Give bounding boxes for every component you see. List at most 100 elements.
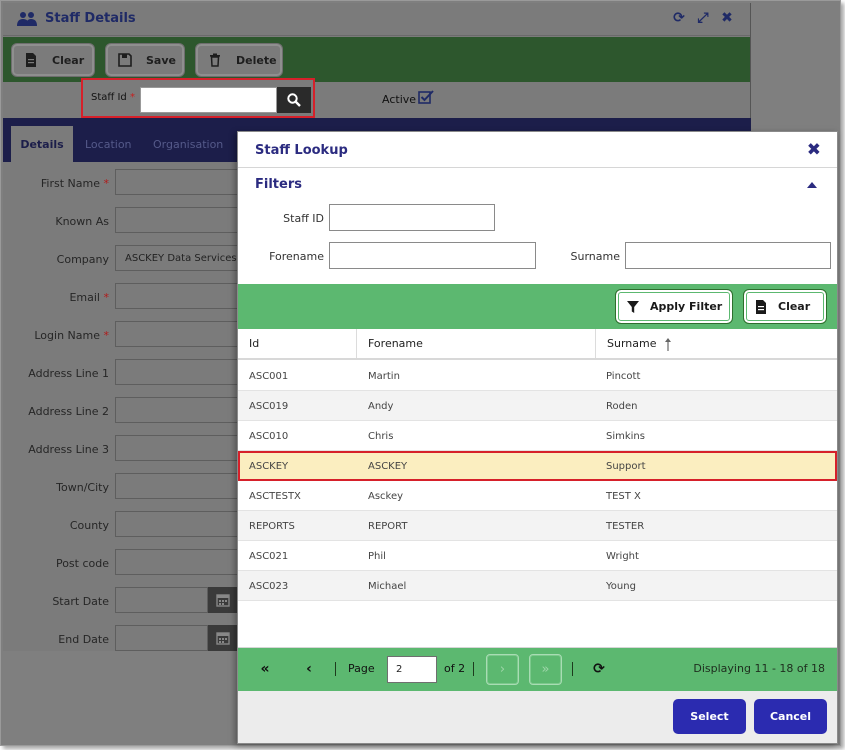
staff-lookup-dialog: Staff Lookup ✖ Filters Staff ID Forename… bbox=[237, 131, 838, 744]
refresh-icon[interactable]: ⟳ bbox=[591, 661, 607, 677]
close-icon[interactable]: ✖ bbox=[719, 10, 735, 26]
table-row[interactable]: ASC023 Michael Young bbox=[238, 571, 837, 601]
column-id-label: Id bbox=[249, 337, 260, 350]
last-page-button[interactable]: » bbox=[529, 654, 562, 685]
table-row[interactable]: ASCTESTX Asckey TEST X bbox=[238, 481, 837, 511]
end-date-label: End Date bbox=[58, 633, 109, 646]
pager-divider bbox=[572, 662, 573, 676]
filters-header[interactable]: Filters bbox=[255, 177, 302, 192]
filter-surname-input[interactable] bbox=[625, 242, 831, 269]
select-button-label: Select bbox=[690, 710, 729, 723]
close-icon[interactable]: ✖ bbox=[807, 141, 821, 159]
select-button[interactable]: Select bbox=[673, 699, 746, 734]
required-mark: * bbox=[129, 92, 135, 103]
email-input[interactable] bbox=[115, 283, 245, 309]
first-name-input[interactable] bbox=[115, 169, 245, 195]
first-name-label: First Name * bbox=[3, 177, 109, 190]
dialog-footer: Select Cancel bbox=[238, 691, 837, 743]
login-name-input[interactable] bbox=[115, 321, 245, 347]
next-page-button[interactable]: › bbox=[486, 654, 519, 685]
county-input[interactable] bbox=[115, 511, 245, 537]
delete-button[interactable]: Delete bbox=[195, 43, 283, 77]
address-line-2-input[interactable] bbox=[115, 397, 245, 423]
expand-icon[interactable]: ⤢ bbox=[695, 10, 711, 26]
cell-forename: Martin bbox=[368, 370, 400, 382]
column-forename-label: Forename bbox=[368, 337, 423, 350]
delete-button-label: Delete bbox=[236, 53, 277, 67]
table-row[interactable]: ASC019 Andy Roden bbox=[238, 391, 837, 421]
start-date-input[interactable] bbox=[115, 587, 208, 613]
staff-id-label-text: Staff Id bbox=[91, 92, 127, 103]
cell-surname: Simkins bbox=[606, 430, 645, 442]
page-label: Page bbox=[348, 662, 375, 675]
cell-surname: Pincott bbox=[606, 370, 641, 382]
table-row[interactable]: REPORTS REPORT TESTER bbox=[238, 511, 837, 541]
table-row-selected[interactable]: ASCKEY ASCKEY Support bbox=[238, 451, 837, 481]
email-label: Email * bbox=[3, 291, 109, 304]
page-number-input[interactable]: 2 bbox=[387, 656, 437, 683]
cell-surname: TESTER bbox=[606, 520, 645, 532]
staff-details-titlebar: Staff Details ⟳ ⤢ ✖ bbox=[3, 3, 750, 36]
users-icon bbox=[17, 12, 37, 26]
cell-id: ASC023 bbox=[249, 580, 289, 592]
clear-button[interactable]: Clear bbox=[11, 43, 95, 77]
tab-organisation[interactable]: Organisation bbox=[153, 126, 223, 162]
post-code-label: Post code bbox=[55, 557, 109, 570]
address-line-1-input[interactable] bbox=[115, 359, 245, 385]
cell-id: REPORTS bbox=[249, 520, 295, 532]
apply-filter-label: Apply Filter bbox=[650, 300, 723, 313]
table-row[interactable]: ASC001 Martin Pincott bbox=[238, 361, 837, 391]
clear-button-label: Clear bbox=[52, 53, 85, 67]
start-date-calendar-button[interactable] bbox=[208, 587, 238, 613]
cancel-button-label: Cancel bbox=[769, 710, 812, 723]
known-as-input[interactable] bbox=[115, 207, 245, 233]
cell-id: ASC021 bbox=[249, 550, 289, 562]
collapse-caret-icon[interactable] bbox=[807, 182, 817, 188]
first-page-icon[interactable]: « bbox=[257, 661, 273, 677]
displaying-count: Displaying 11 - 18 of 18 bbox=[693, 662, 825, 675]
tab-details[interactable]: Details bbox=[11, 126, 73, 162]
column-header-id[interactable]: Id bbox=[238, 329, 357, 358]
cell-surname: Roden bbox=[606, 400, 638, 412]
table-row[interactable]: ASC021 Phil Wright bbox=[238, 541, 837, 571]
apply-filter-button[interactable]: Apply Filter bbox=[615, 289, 733, 324]
table-row[interactable]: ASC010 Chris Simkins bbox=[238, 421, 837, 451]
active-checkbox[interactable] bbox=[418, 90, 434, 104]
filter-forename-label: Forename bbox=[269, 250, 324, 263]
end-date-calendar-button[interactable] bbox=[208, 625, 238, 651]
cancel-button[interactable]: Cancel bbox=[754, 699, 827, 734]
column-surname-label: Surname bbox=[607, 337, 657, 350]
town-city-input[interactable] bbox=[115, 473, 245, 499]
required-mark: * bbox=[103, 177, 110, 190]
staff-id-input[interactable] bbox=[140, 87, 277, 113]
cell-forename: ASCKEY bbox=[368, 460, 408, 472]
save-button[interactable]: Save bbox=[105, 43, 185, 77]
pager-divider bbox=[335, 662, 336, 676]
required-mark: * bbox=[103, 291, 110, 304]
address-line-1-label: Address Line 1 bbox=[28, 367, 109, 380]
active-label: Active bbox=[382, 93, 417, 106]
save-button-label: Save bbox=[146, 53, 176, 67]
trash-icon bbox=[210, 53, 220, 67]
staff-search-button[interactable] bbox=[277, 87, 311, 113]
page-count-label: of 2 bbox=[444, 662, 466, 675]
address-line-3-input[interactable] bbox=[115, 435, 245, 461]
filter-surname-label: Surname bbox=[570, 250, 620, 263]
filter-icon bbox=[627, 300, 639, 313]
post-code-input[interactable] bbox=[115, 549, 245, 575]
filter-forename-input[interactable] bbox=[329, 242, 536, 269]
page-number-value: 2 bbox=[396, 664, 403, 675]
column-header-forename[interactable]: Forename bbox=[357, 329, 596, 358]
end-date-input[interactable] bbox=[115, 625, 208, 651]
address-line-3-label: Address Line 3 bbox=[28, 443, 109, 456]
staff-id-field-highlight: Staff Id * bbox=[81, 78, 315, 118]
previous-page-icon[interactable]: ‹ bbox=[301, 661, 317, 677]
filter-clear-button[interactable]: Clear bbox=[743, 289, 827, 324]
column-header-surname[interactable]: Surname bbox=[596, 329, 837, 358]
refresh-icon[interactable]: ⟳ bbox=[671, 10, 687, 26]
screenshot-frame: Staff Details ⟳ ⤢ ✖ Clear Save Delete St… bbox=[0, 0, 845, 750]
filter-staff-id-input[interactable] bbox=[329, 204, 495, 231]
login-name-label-text: Login Name bbox=[34, 329, 100, 342]
tab-location[interactable]: Location bbox=[85, 126, 132, 162]
pager-divider bbox=[473, 662, 474, 676]
